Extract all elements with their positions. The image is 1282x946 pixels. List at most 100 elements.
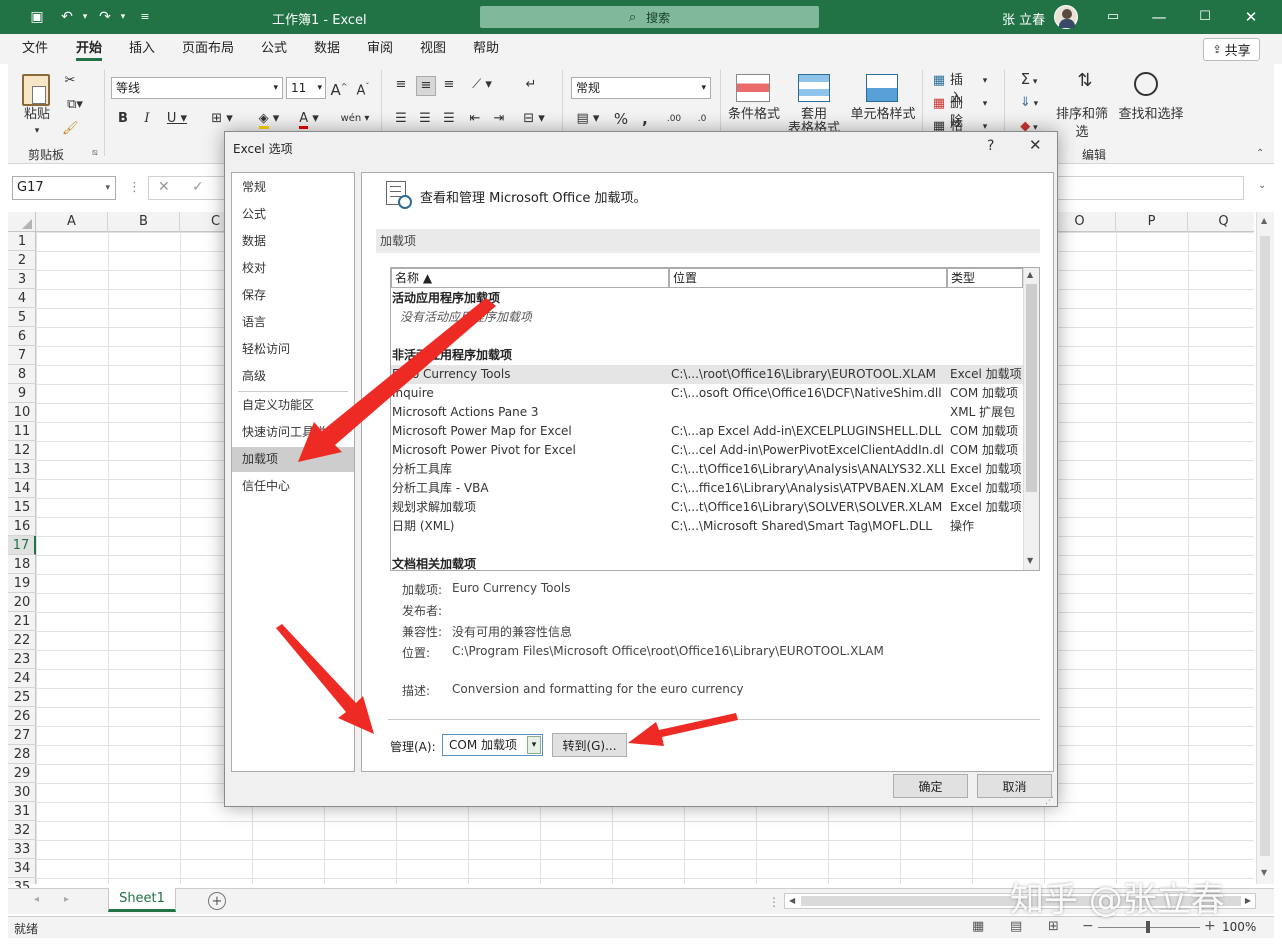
prev-sheet-icon[interactable]: ◂	[34, 894, 39, 905]
addin-row[interactable]: 日期 (XML) C:\...\Microsoft Shared\Smart Ta…	[391, 517, 1023, 536]
nav-item-6[interactable]: 轻松访问	[232, 337, 354, 362]
bold-icon[interactable]: B	[116, 110, 130, 128]
column-header-name[interactable]: 名称 ▲	[391, 268, 669, 288]
insert-cells-icon[interactable]: ▦	[930, 72, 948, 90]
page-break-view-icon[interactable]: ⊞	[1048, 919, 1059, 934]
font-size-combo[interactable]: 11 ▾	[286, 77, 326, 99]
tab-split-grip-icon[interactable]: ⋮	[768, 895, 780, 909]
tab-data[interactable]: 数据	[314, 34, 340, 64]
increase-font-icon[interactable]: A^	[330, 78, 348, 99]
row-header-26[interactable]: 26	[8, 707, 36, 726]
addin-row[interactable]: 分析工具库 C:\...t\Office16\Library\Analysis\A…	[391, 460, 1023, 479]
nav-item-10[interactable]: 加载项	[232, 447, 354, 472]
column-header-b[interactable]: B	[108, 212, 180, 232]
add-sheet-icon[interactable]: +	[208, 892, 226, 910]
tab-file[interactable]: 文件	[22, 34, 48, 64]
borders-icon[interactable]: ⊞ ▾	[206, 110, 238, 128]
column-header-a[interactable]: A	[36, 212, 108, 232]
column-header-q[interactable]: Q	[1188, 212, 1260, 232]
sort-filter-icon[interactable]: ⇅	[1068, 72, 1102, 90]
row-header-25[interactable]: 25	[8, 688, 36, 707]
nav-item-9[interactable]: 快速访问工具栏	[232, 420, 354, 445]
nav-item-8[interactable]: 自定义功能区	[232, 393, 354, 418]
row-header-24[interactable]: 24	[8, 669, 36, 688]
next-sheet-icon[interactable]: ▸	[64, 894, 69, 905]
find-select-icon[interactable]	[1134, 72, 1158, 96]
nav-item-2[interactable]: 数据	[232, 229, 354, 254]
row-header-13[interactable]: 13	[8, 460, 36, 479]
row-header-20[interactable]: 20	[8, 593, 36, 612]
zoom-slider[interactable]	[1098, 921, 1200, 933]
align-center-icon[interactable]: ☰	[416, 110, 434, 128]
row-header-33[interactable]: 33	[8, 840, 36, 859]
format-as-table-icon[interactable]	[798, 74, 830, 102]
row-header-15[interactable]: 15	[8, 498, 36, 517]
row-header-3[interactable]: 3	[8, 270, 36, 289]
accounting-format-icon[interactable]: ▤ ▾	[571, 110, 605, 128]
row-header-12[interactable]: 12	[8, 441, 36, 460]
row-header-22[interactable]: 22	[8, 631, 36, 650]
close-window-icon[interactable]: ✕	[1228, 0, 1274, 34]
row-header-5[interactable]: 5	[8, 308, 36, 327]
save-icon[interactable]: ▣	[28, 8, 46, 26]
addin-row[interactable]: Microsoft Actions Pane 3 XML 扩展包	[391, 403, 1023, 422]
copy-icon[interactable]: ⧉▾	[62, 96, 88, 114]
increase-indent-icon[interactable]: ⇥	[490, 110, 508, 128]
row-header-4[interactable]: 4	[8, 289, 36, 308]
cancel-entry-icon[interactable]: ✕	[158, 179, 170, 195]
row-header-10[interactable]: 10	[8, 403, 36, 422]
percent-icon[interactable]: %	[612, 110, 630, 128]
row-header-21[interactable]: 21	[8, 612, 36, 631]
scroll-up-icon[interactable]: ▲	[1261, 216, 1267, 225]
nav-item-1[interactable]: 公式	[232, 202, 354, 227]
column-header-type[interactable]: 类型	[947, 268, 1023, 288]
row-header-8[interactable]: 8	[8, 365, 36, 384]
confirm-entry-icon[interactable]: ✓	[192, 179, 204, 195]
number-format-combo[interactable]: 常规 ▾	[571, 77, 711, 99]
maximize-icon[interactable]: ☐	[1182, 0, 1228, 34]
cell-styles-icon[interactable]	[866, 74, 898, 102]
addins-list[interactable]: 名称 ▲ 位置 类型 活动应用程序加载项 没有活动应用程序加载项 非活动应用程序加载…	[390, 267, 1040, 571]
row-header-19[interactable]: 19	[8, 574, 36, 593]
increase-decimal-icon[interactable]: .00	[664, 110, 684, 128]
name-box[interactable]: G17 ▾	[12, 176, 116, 200]
cancel-button[interactable]: 取消	[977, 774, 1052, 798]
zoom-level[interactable]: 100%	[1222, 920, 1256, 934]
conditional-format-icon[interactable]	[736, 74, 770, 102]
row-header-34[interactable]: 34	[8, 859, 36, 878]
nav-item-7[interactable]: 高级	[232, 364, 354, 389]
align-bottom-icon[interactable]: ≡	[440, 76, 458, 94]
row-header-32[interactable]: 32	[8, 821, 36, 840]
row-header-29[interactable]: 29	[8, 764, 36, 783]
align-right-icon[interactable]: ☰	[440, 110, 458, 128]
merge-center-icon[interactable]: ⊟ ▾	[518, 110, 550, 128]
decrease-decimal-icon[interactable]: .0	[692, 110, 712, 128]
vertical-scrollbar[interactable]: ▲ ▼	[1256, 212, 1274, 884]
avatar[interactable]	[1054, 5, 1078, 29]
insert-dropdown-icon[interactable]: ▾	[980, 72, 990, 90]
scroll-down-icon[interactable]: ▼	[1261, 868, 1267, 877]
scroll-thumb[interactable]	[1260, 236, 1270, 856]
row-header-14[interactable]: 14	[8, 479, 36, 498]
addin-row[interactable]: Inquire C:\...osoft Office\Office16\DCF\N…	[391, 384, 1023, 403]
comma-style-icon[interactable]: ,	[638, 110, 652, 128]
redo-icon[interactable]: ↷	[96, 8, 114, 26]
user-name[interactable]: 张 立春	[1002, 9, 1045, 28]
delete-cells-icon[interactable]: ▦	[930, 95, 948, 113]
conditional-format-label[interactable]: 条件格式	[724, 106, 784, 124]
delete-dropdown-icon[interactable]: ▾	[980, 95, 990, 113]
redo-dropdown-icon[interactable]: ▾	[114, 8, 132, 26]
manage-select[interactable]: COM 加载项 ▾	[442, 734, 543, 756]
orientation-icon[interactable]: ⟋ ▾	[466, 76, 498, 94]
tab-formulas[interactable]: 公式	[261, 34, 287, 64]
font-color-icon[interactable]: A ▾	[294, 110, 324, 129]
ok-button[interactable]: 确定	[893, 774, 968, 798]
italic-icon[interactable]: I	[140, 110, 154, 128]
row-header-6[interactable]: 6	[8, 327, 36, 346]
customize-qat-icon[interactable]: ≡	[136, 8, 154, 26]
decrease-indent-icon[interactable]: ⇤	[466, 110, 484, 128]
nav-item-3[interactable]: 校对	[232, 256, 354, 281]
share-button[interactable]: ⇪ 共享	[1203, 38, 1260, 61]
select-all-button[interactable]	[8, 212, 36, 232]
list-scrollbar[interactable]: ▲ ▼	[1023, 268, 1039, 570]
